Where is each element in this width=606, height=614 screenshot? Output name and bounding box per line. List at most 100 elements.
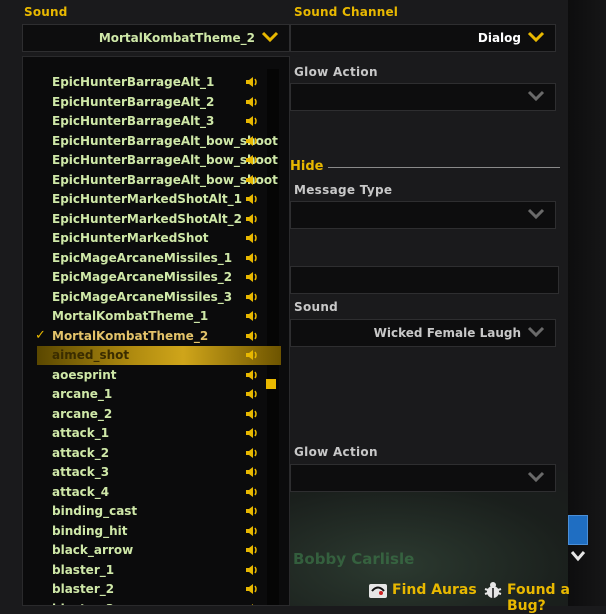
sound-list-item-label: EpicHunterBarrageAlt_bow_shoot bbox=[52, 172, 278, 187]
find-auras-button[interactable]: Find Auras bbox=[392, 582, 477, 598]
sound-list-item[interactable]: aimed_shot bbox=[37, 346, 281, 365]
sound-list-item[interactable]: EpicHunterBarrageAlt_3 bbox=[23, 112, 261, 131]
chevron-down-icon[interactable] bbox=[570, 548, 586, 562]
sound-list-item[interactable]: EpicMageArcaneMissiles_2 bbox=[23, 268, 261, 287]
sound-list-item[interactable]: EpicHunterBarrageAlt_bow_shoot bbox=[23, 132, 278, 151]
speaker-icon[interactable] bbox=[245, 232, 259, 244]
speaker-icon[interactable] bbox=[245, 408, 259, 420]
sound-list-item[interactable]: arcane_2 bbox=[23, 405, 261, 424]
sound-list-item-label: binding_hit bbox=[52, 523, 128, 538]
speaker-icon[interactable] bbox=[245, 583, 259, 595]
sound-list-item[interactable]: blaster_3 bbox=[23, 600, 261, 605]
glow-action-dropdown[interactable] bbox=[290, 83, 556, 111]
sound-list-item[interactable]: MortalKombatTheme_1 bbox=[23, 307, 261, 326]
speaker-icon[interactable] bbox=[245, 310, 259, 322]
sound-list-item-label: EpicHunterBarrageAlt_3 bbox=[52, 114, 215, 128]
chevron-down-icon[interactable] bbox=[527, 470, 545, 484]
sound-list-item[interactable]: EpicMageArcaneMissiles_3 bbox=[23, 288, 261, 307]
sound-list-item[interactable]: attack_1 bbox=[23, 424, 261, 443]
sound-list-item-label: blaster_1 bbox=[52, 562, 115, 577]
sound-list-item-label: attack_4 bbox=[52, 484, 110, 499]
sound-list-item[interactable]: attack_4 bbox=[23, 483, 261, 502]
speaker-icon[interactable] bbox=[245, 427, 259, 439]
speaker-icon[interactable] bbox=[245, 135, 259, 147]
sound-list-item[interactable]: attack_3 bbox=[23, 463, 261, 482]
message-type-label: Message Type bbox=[294, 183, 393, 197]
sound-list-item-label: blaster_2 bbox=[52, 582, 115, 596]
speaker-icon[interactable] bbox=[245, 115, 259, 127]
sound-list-item[interactable]: binding_hit bbox=[23, 522, 261, 541]
speaker-icon[interactable] bbox=[245, 174, 259, 186]
sound-list-item[interactable]: EpicHunterBarrageAlt_2 bbox=[23, 93, 261, 112]
speaker-icon[interactable] bbox=[245, 466, 259, 478]
sound-list-item-label: attack_3 bbox=[52, 465, 110, 479]
speaker-icon[interactable] bbox=[245, 193, 259, 205]
sound-list-item-label: EpicHunterBarrageAlt_2 bbox=[52, 94, 215, 109]
sound-list-item-label: EpicMageArcaneMissiles_2 bbox=[52, 270, 233, 284]
sound-list-item-label: binding_cast bbox=[52, 504, 138, 518]
chevron-down-icon[interactable] bbox=[527, 30, 545, 44]
speaker-icon[interactable] bbox=[245, 603, 259, 605]
speaker-icon[interactable] bbox=[245, 154, 259, 166]
sound-list-item[interactable]: ✓ MortalKombatTheme_2 bbox=[23, 327, 261, 346]
sound-list-item[interactable]: binding_cast bbox=[23, 502, 261, 521]
speaker-icon[interactable] bbox=[245, 96, 259, 108]
speaker-icon[interactable] bbox=[245, 388, 259, 400]
sound-list-item[interactable]: EpicMageArcaneMissiles_1 bbox=[23, 249, 261, 268]
chevron-down-icon[interactable] bbox=[527, 207, 545, 221]
glow-action-dropdown[interactable] bbox=[290, 464, 556, 492]
sound-list-item[interactable]: EpicHunterMarkedShot bbox=[23, 229, 261, 248]
speaker-icon[interactable] bbox=[245, 291, 259, 303]
sound-list-item[interactable]: blaster_1 bbox=[23, 561, 261, 580]
sound-list-item-label: EpicHunterMarkedShot bbox=[52, 231, 209, 245]
sound-list-item[interactable]: EpicHunterMarkedShotAlt_1 bbox=[23, 190, 261, 209]
speaker-icon[interactable] bbox=[245, 349, 259, 361]
speaker-icon[interactable] bbox=[245, 76, 259, 88]
speaker-icon[interactable] bbox=[245, 252, 259, 264]
sound-list-item[interactable]: aoesprint bbox=[23, 366, 261, 385]
sound-list-item-label: attack_2 bbox=[52, 445, 110, 460]
sound-list-item[interactable]: EpicHunterBarrageAlt_bow_shoot bbox=[23, 151, 278, 170]
sound-dropdown-value: MortalKombatTheme_2 bbox=[98, 31, 255, 45]
list-scrollbar-thumb[interactable] bbox=[266, 379, 276, 389]
sound-list-item-label: MortalKombatTheme_2 bbox=[52, 328, 209, 343]
section-divider bbox=[328, 167, 560, 168]
speaker-icon[interactable] bbox=[245, 369, 259, 381]
scrollbar-thumb[interactable] bbox=[568, 515, 588, 545]
speaker-icon[interactable] bbox=[245, 486, 259, 498]
sound-list-item-label: EpicHunterBarrageAlt_1 bbox=[52, 75, 215, 89]
find-auras-icon[interactable] bbox=[368, 581, 388, 601]
list-scrollbar-track[interactable] bbox=[267, 69, 279, 605]
speaker-icon[interactable] bbox=[245, 213, 259, 225]
speaker-icon[interactable] bbox=[245, 330, 259, 342]
sound-list-item[interactable]: attack_2 bbox=[23, 444, 261, 463]
sound-list-item-label: EpicMageArcaneMissiles_1 bbox=[52, 250, 233, 265]
sound-list-item[interactable]: black_arrow bbox=[23, 541, 261, 560]
speaker-icon[interactable] bbox=[245, 544, 259, 556]
message-type-dropdown[interactable] bbox=[290, 201, 556, 229]
glow-action-label: Glow Action bbox=[294, 445, 378, 459]
speaker-icon[interactable] bbox=[245, 505, 259, 517]
hide-sound-label: Sound bbox=[294, 300, 339, 314]
sound-list-item[interactable]: EpicHunterBarrageAlt_1 bbox=[23, 73, 261, 92]
sound-list-item[interactable]: EpicHunterBarrageAlt_bow_shoot bbox=[23, 171, 278, 190]
sound-channel-dropdown[interactable]: Dialog bbox=[290, 24, 556, 52]
sound-list-item[interactable]: blaster_2 bbox=[23, 580, 261, 599]
chevron-down-icon[interactable] bbox=[527, 89, 545, 103]
hide-sound-value: Wicked Female Laugh bbox=[373, 326, 521, 340]
speaker-icon[interactable] bbox=[245, 271, 259, 283]
sound-dropdown[interactable]: MortalKombatTheme_2 bbox=[22, 24, 290, 52]
sound-list-item-label: EpicHunterMarkedShotAlt_1 bbox=[52, 192, 242, 206]
sound-label: Sound bbox=[24, 5, 68, 19]
message-text-input[interactable] bbox=[290, 266, 559, 294]
sound-list-item[interactable]: EpicHunterMarkedShotAlt_2 bbox=[23, 210, 261, 229]
chevron-down-icon[interactable] bbox=[527, 325, 545, 339]
bug-icon[interactable] bbox=[483, 581, 503, 601]
speaker-icon[interactable] bbox=[245, 525, 259, 537]
found-a-bug-button[interactable]: Found a Bug? bbox=[507, 582, 606, 614]
speaker-icon[interactable] bbox=[245, 447, 259, 459]
hide-sound-dropdown[interactable]: Wicked Female Laugh bbox=[290, 319, 556, 347]
chevron-down-icon[interactable] bbox=[261, 30, 279, 44]
speaker-icon[interactable] bbox=[245, 564, 259, 576]
sound-list-item[interactable]: arcane_1 bbox=[23, 385, 261, 404]
